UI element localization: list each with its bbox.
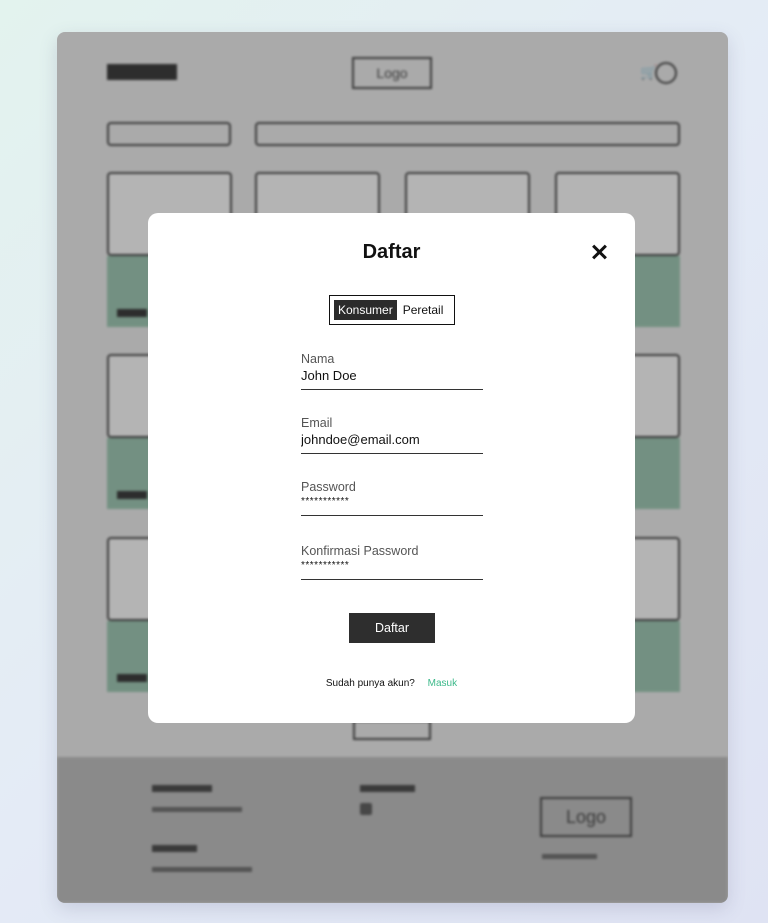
register-button[interactable]: Daftar bbox=[349, 613, 435, 643]
password-field-group: Password bbox=[301, 480, 483, 516]
name-field-group: Nama bbox=[301, 352, 483, 390]
email-label: Email bbox=[301, 416, 333, 430]
close-icon[interactable] bbox=[588, 241, 610, 263]
login-prompt-text: Sudah punya akun? bbox=[325, 678, 415, 689]
login-link[interactable]: Masuk bbox=[428, 678, 457, 689]
account-type-toggle: Konsumer Peretail bbox=[329, 295, 455, 325]
toggle-konsumer[interactable]: Konsumer bbox=[334, 300, 397, 320]
name-label: Nama bbox=[301, 352, 335, 366]
confirm-password-field[interactable] bbox=[301, 558, 483, 580]
login-prompt-line: Sudah punya akun? Masuk bbox=[148, 678, 635, 689]
confirm-password-field-group: Konfirmasi Password bbox=[301, 544, 483, 580]
name-field[interactable] bbox=[301, 366, 483, 390]
register-modal: Daftar Konsumer Peretail Nama Email Pass… bbox=[148, 213, 635, 723]
email-field-group: Email bbox=[301, 416, 483, 454]
toggle-peretail[interactable]: Peretail bbox=[398, 300, 448, 320]
modal-title: Daftar bbox=[362, 241, 421, 263]
email-field[interactable] bbox=[301, 430, 483, 454]
password-field[interactable] bbox=[301, 494, 483, 516]
confirm-password-label: Konfirmasi Password bbox=[301, 544, 419, 558]
password-label: Password bbox=[301, 480, 356, 494]
